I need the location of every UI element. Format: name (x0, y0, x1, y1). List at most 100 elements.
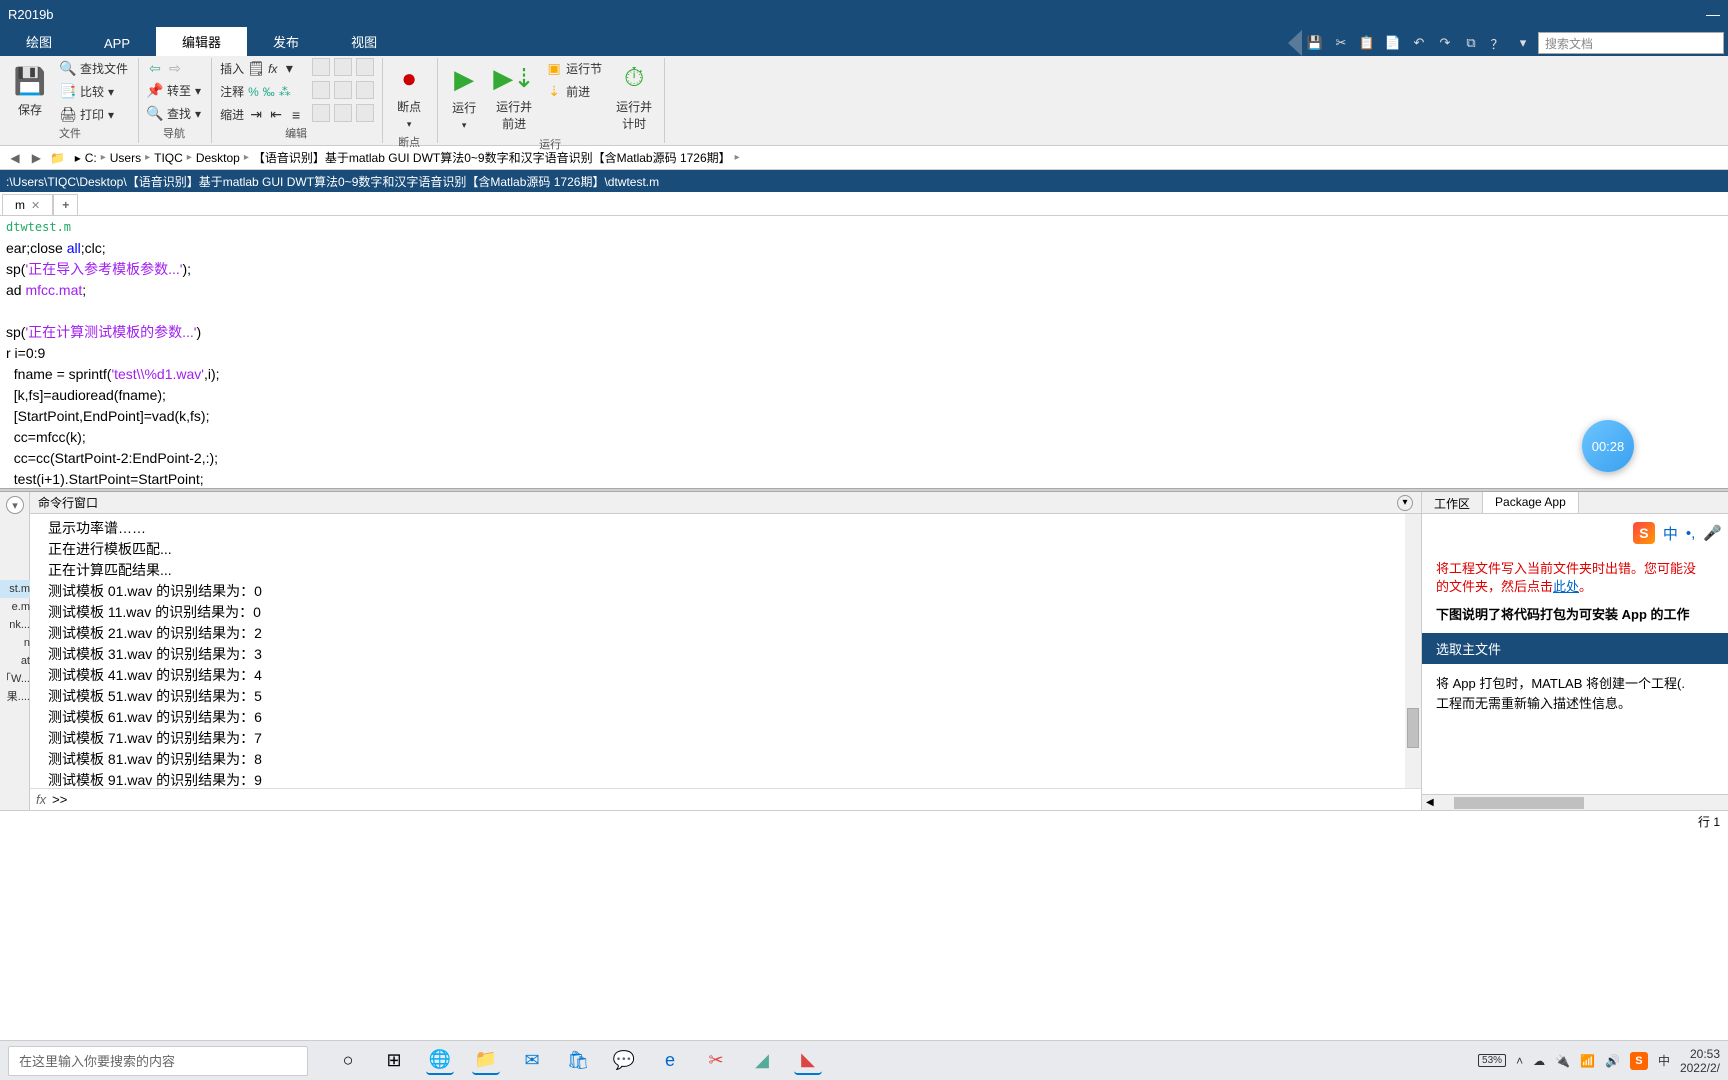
search-docs-input[interactable]: 搜索文档 (1538, 32, 1724, 54)
goto-button[interactable]: 📌转至 ▾ (143, 80, 205, 101)
cmd-options-icon[interactable]: ▾ (1397, 495, 1413, 511)
volume-icon[interactable]: 🔊 (1605, 1054, 1620, 1068)
breadcrumb[interactable]: ▸ C:▸ Users▸ TIQC▸ Desktop▸ 【语音识别】基于matl… (75, 149, 740, 166)
cmd-prompt[interactable]: fx >> (30, 788, 1421, 810)
comment-button[interactable]: 注释 % ‰ ⁂ (216, 81, 308, 102)
recording-timer[interactable]: 00:28 (1582, 420, 1634, 472)
command-window: 命令行窗口 ▾ 显示功率谱……正在进行模板匹配...正在计算匹配结果...测试模… (30, 492, 1422, 810)
save-icon: 💾 (14, 65, 46, 97)
advance-button[interactable]: ⇣前进 (542, 81, 606, 102)
error-link[interactable]: 此处 (1553, 579, 1579, 594)
minimize-button[interactable]: — (1706, 6, 1720, 22)
battery-status[interactable]: 53% (1478, 1054, 1506, 1067)
help-header: 下图说明了将代码打包为可安装 App 的工作 (1422, 600, 1728, 627)
compare-icon: 📑 (60, 84, 76, 100)
mail-icon[interactable]: ✉ (518, 1047, 546, 1075)
undo-icon[interactable]: ↶ (1408, 32, 1430, 54)
wechat-icon[interactable]: 💬 (610, 1047, 638, 1075)
run-button[interactable]: ▶ 运行 ▾ (442, 58, 486, 136)
save-icon[interactable]: 💾 (1304, 32, 1326, 54)
ime-s-icon: S (1633, 522, 1655, 544)
tab-package-app[interactable]: Package App (1483, 492, 1579, 513)
cut-icon[interactable]: ✂ (1330, 32, 1352, 54)
tab-editor[interactable]: 编辑器 (156, 27, 247, 56)
windows-taskbar: 在这里输入你要搜索的内容 ○ ⊞ 🌐 📁 ✉ 🛍 💬 e ✂ ◢ ◣ 53% ˄… (0, 1040, 1728, 1080)
tab-view[interactable]: 视图 (325, 27, 403, 56)
code-editor[interactable]: dtwtest.m ear;close all;clc;sp('正在导入参考模板… (0, 216, 1728, 488)
breakpoint-button[interactable]: ● 断点 ▾ (387, 58, 431, 134)
matlab-icon[interactable]: ◣ (794, 1047, 822, 1075)
tab-workspace[interactable]: 工作区 (1422, 492, 1483, 513)
back-icon[interactable]: ◀ (6, 151, 24, 165)
group-nav-label: 导航 (143, 125, 205, 141)
switch-window-icon[interactable]: ⧉ (1460, 32, 1482, 54)
store-icon[interactable]: 🛍 (564, 1047, 592, 1075)
arrow-left-icon: ⇦ (147, 60, 163, 76)
cmd-scrollbar[interactable] (1405, 514, 1421, 788)
current-file-path: :\Users\TIQC\Desktop\【语音识别】基于matlab GUI … (0, 170, 1728, 192)
tray-up-icon[interactable]: ˄ (1516, 1054, 1523, 1068)
sogou-tray-icon[interactable]: S (1630, 1052, 1648, 1070)
redo-icon[interactable]: ↷ (1434, 32, 1456, 54)
run-section-button[interactable]: ▣运行节 (542, 58, 606, 79)
new-tab-button[interactable]: + (53, 194, 78, 215)
find-button[interactable]: 🔍查找 ▾ (143, 103, 205, 124)
cmd-output[interactable]: 显示功率谱……正在进行模板匹配...正在计算匹配结果...测试模板 01.wav… (30, 514, 1421, 788)
wifi-icon[interactable]: 📶 (1580, 1054, 1595, 1068)
collapse-icon[interactable]: ▾ (6, 496, 24, 514)
tab-app[interactable]: APP (78, 31, 156, 56)
indent-button[interactable]: 缩进 ⇥ ⇤ ≡ (216, 104, 308, 125)
ime-tray-icon[interactable]: 中 (1658, 1052, 1670, 1069)
cortana-icon[interactable]: ○ (334, 1047, 362, 1075)
insert-button[interactable]: 插入 🗒 fx ▾ (216, 58, 308, 79)
save-button[interactable]: 💾 保存 (8, 58, 52, 125)
right-panel: 工作区 Package App S 中 •, 🎤 将工程文件写入当前文件夹时出错… (1422, 492, 1728, 810)
ie-icon[interactable]: e (656, 1047, 684, 1075)
compare-button[interactable]: 📑比较 ▾ (56, 81, 132, 102)
power-icon[interactable]: 🔌 (1555, 1054, 1570, 1068)
windows-search-input[interactable]: 在这里输入你要搜索的内容 (8, 1046, 308, 1076)
edge-icon[interactable]: 🌐 (426, 1047, 454, 1075)
print-button[interactable]: 🖨打印 ▾ (56, 104, 132, 125)
explorer-icon[interactable]: 📁 (472, 1047, 500, 1075)
file-tab-active[interactable]: m✕ (2, 194, 53, 215)
clock-time[interactable]: 20:53 (1680, 1047, 1720, 1061)
system-tray: 53% ˄ ☁ 🔌 📶 🔊 S 中 20:53 2022/2/ (1478, 1047, 1720, 1075)
error-message: 将工程文件写入当前文件夹时出错。您可能没 的文件夹，然后点击此处。 (1422, 556, 1728, 600)
fwd-icon[interactable]: ▶ (27, 151, 45, 165)
tab-publish[interactable]: 发布 (247, 27, 325, 56)
edit-grid[interactable] (312, 58, 376, 125)
clock-date[interactable]: 2022/2/ (1680, 1061, 1720, 1075)
group-file-label: 文件 (8, 125, 132, 141)
folder-icon[interactable]: 📁 (49, 151, 67, 165)
onedrive-icon[interactable]: ☁ (1533, 1054, 1545, 1068)
tab-plot[interactable]: 绘图 (0, 27, 78, 56)
copy-icon[interactable]: 📋 (1356, 32, 1378, 54)
current-folder-strip[interactable]: ▾ st.me.mnk...nat「W...果.... (0, 492, 30, 810)
group-bp-label: 断点 (387, 134, 431, 150)
dropdown-icon[interactable]: ▾ (1512, 32, 1534, 54)
print-icon: 🖨 (60, 107, 76, 123)
cmd-title: 命令行窗口 (38, 494, 98, 511)
close-tab-icon[interactable]: ✕ (31, 199, 40, 212)
nav-back-button[interactable]: ⇦⇨ (143, 58, 205, 78)
play-icon: ▶ (448, 63, 480, 95)
run-advance-button[interactable]: ▶⇣ 运行并 前进 (490, 58, 538, 136)
app1-icon[interactable]: ◢ (748, 1047, 776, 1075)
find-files-button[interactable]: 🔍查找文件 (56, 58, 132, 79)
run-time-button[interactable]: ⏱ 运行并 计时 (610, 58, 658, 136)
ime-indicator[interactable]: S 中 •, 🎤 (1633, 522, 1722, 544)
section-icon: ▣ (546, 61, 562, 77)
paste-icon[interactable]: 📄 (1382, 32, 1404, 54)
editor-tabs: m✕ + (0, 192, 1728, 216)
snip-icon[interactable]: ✂ (702, 1047, 730, 1075)
insert-icon: 🗒 (248, 61, 264, 77)
breakpoint-icon: ● (393, 62, 425, 94)
mic-icon[interactable]: 🎤 (1703, 524, 1722, 542)
ribbon-body: 💾 保存 🔍查找文件 📑比较 ▾ 🖨打印 ▾ 文件 ⇦⇨ 📌转至 ▾ 🔍查找 ▾… (0, 56, 1728, 146)
nav-arrows: ◀ ▶ 📁 (6, 151, 67, 165)
help-icon[interactable]: ？ (1486, 32, 1508, 54)
task-view-icon[interactable]: ⊞ (380, 1047, 408, 1075)
right-scrollbar-h[interactable]: ◀ (1422, 794, 1728, 810)
advance-icon: ⇣ (546, 84, 562, 100)
